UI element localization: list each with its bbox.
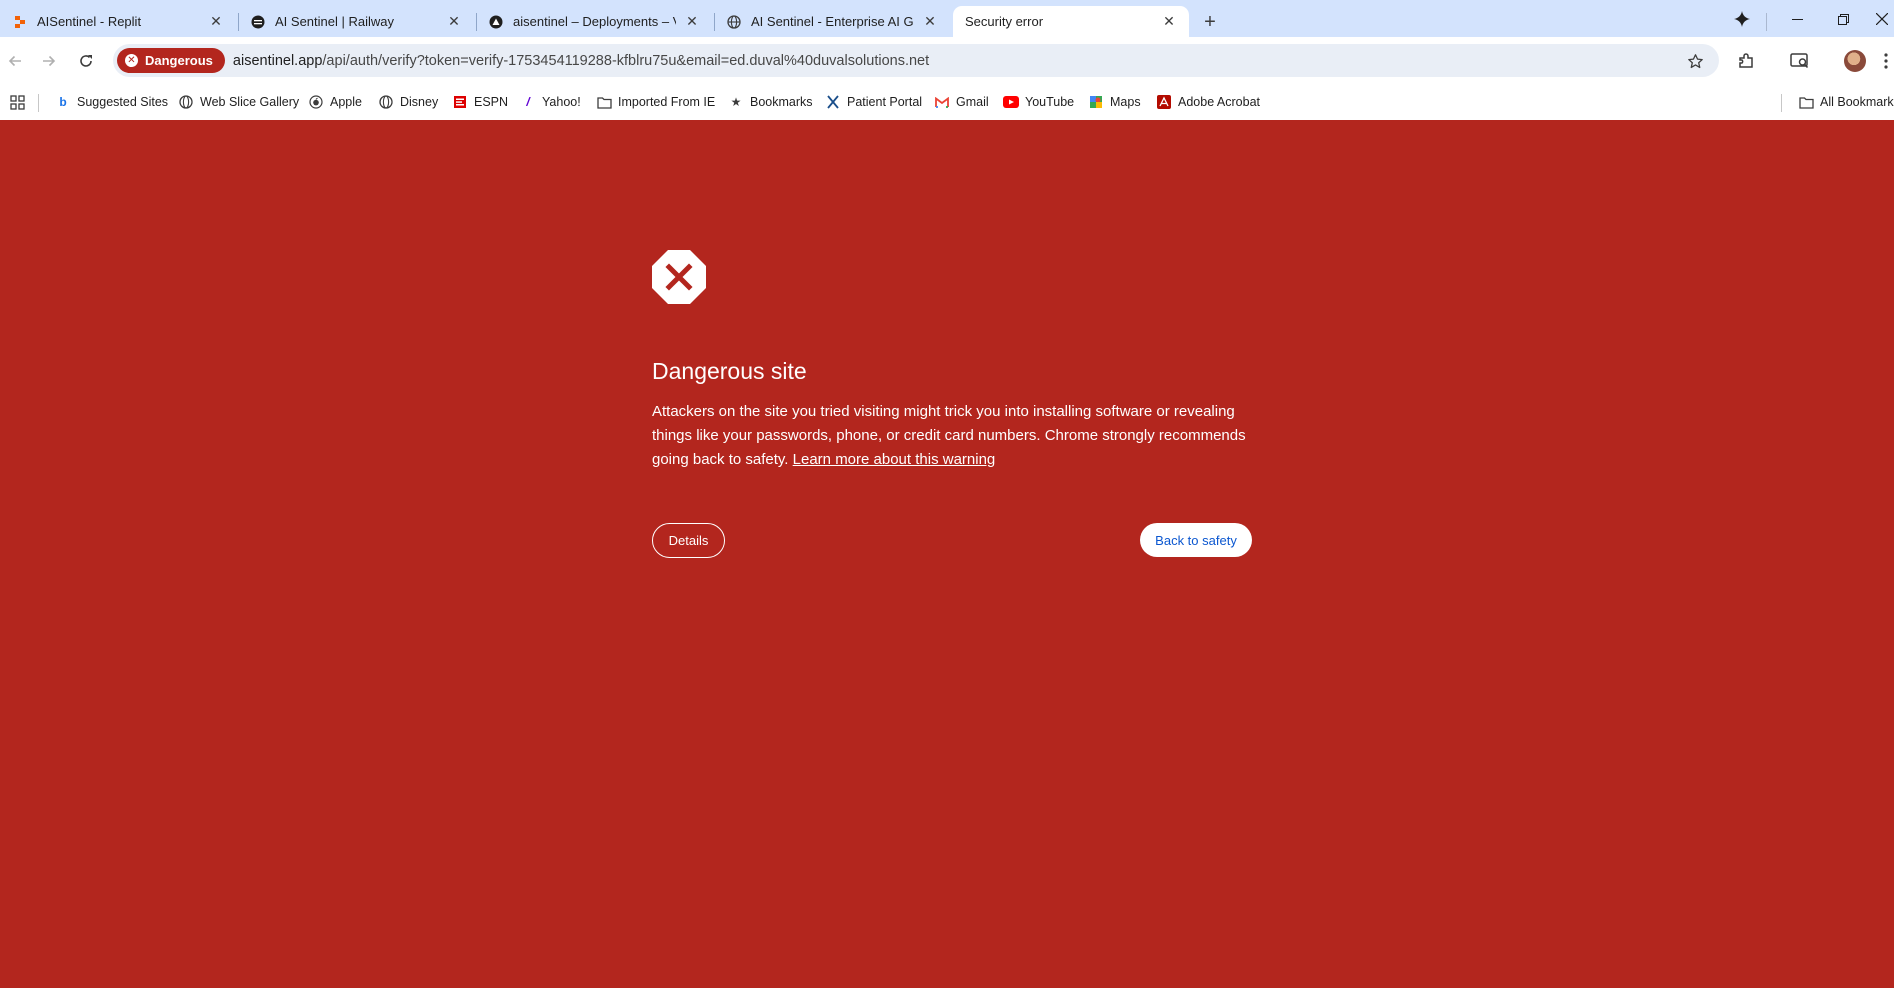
bookmark-label: Patient Portal — [847, 95, 923, 109]
bookmark-star-icon[interactable] — [1685, 51, 1705, 71]
gemini-icon[interactable] — [1727, 4, 1757, 34]
bookmark-suggested-sites[interactable]: b Suggested Sites — [55, 92, 168, 112]
apple-icon — [308, 94, 324, 110]
bookmark-yahoo[interactable]: / Yahoo! — [520, 92, 581, 112]
folder-icon — [1798, 94, 1814, 110]
globe-icon — [178, 94, 194, 110]
tab-title: Security error — [965, 14, 1044, 29]
url-text[interactable]: aisentinel.app/api/auth/verify?token=ver… — [233, 53, 929, 69]
danger-x-icon: ✕ — [125, 54, 138, 67]
gmail-icon — [934, 94, 950, 110]
close-tab-icon[interactable]: ✕ — [682, 12, 702, 32]
bookmark-label: Yahoo! — [542, 95, 581, 109]
bookmark-maps[interactable]: Maps — [1088, 92, 1141, 112]
back-arrow-icon[interactable] — [0, 46, 30, 76]
restore-icon[interactable] — [1825, 4, 1861, 34]
page-title: Dangerous site — [652, 358, 807, 384]
tab-title: AI Sentinel | Railway — [275, 14, 394, 29]
avatar — [1844, 50, 1866, 72]
dangerous-badge-label: Dangerous — [145, 53, 213, 68]
reload-icon[interactable] — [71, 46, 101, 76]
bookmark-patient-portal[interactable]: Patient Portal — [825, 92, 922, 112]
browser-toolbar: ✕ Dangerous aisentinel.app/api/auth/veri… — [0, 37, 1894, 84]
bookmark-label: Adobe Acrobat — [1178, 95, 1261, 109]
back-to-safety-button[interactable]: Back to safety — [1140, 523, 1252, 557]
minimize-icon[interactable] — [1779, 4, 1815, 34]
all-bookmarks-label: All Bookmarks — [1820, 95, 1894, 109]
close-window-icon[interactable] — [1870, 4, 1894, 34]
forward-arrow-icon[interactable] — [34, 46, 64, 76]
espn-icon — [452, 94, 468, 110]
x-logo-icon — [825, 94, 841, 110]
close-tab-icon[interactable]: ✕ — [920, 12, 940, 32]
bookmark-label: Bookmarks — [750, 95, 813, 109]
bookmarks-divider — [1781, 94, 1782, 112]
bookmark-disney[interactable]: Disney — [378, 92, 438, 112]
yahoo-icon: / — [526, 95, 530, 109]
youtube-icon — [1003, 94, 1019, 110]
maps-icon — [1088, 94, 1104, 110]
tab-strip: AISentinel - Replit ✕ AI Sentinel | Rail… — [0, 0, 1894, 37]
extensions-icon[interactable] — [1734, 49, 1758, 73]
all-bookmarks-button[interactable]: All Bookmarks — [1798, 92, 1894, 112]
bookmark-imported-from-ie[interactable]: Imported From IE — [596, 92, 715, 112]
tab-security-error[interactable]: Security error ✕ — [953, 6, 1189, 37]
bookmark-label: Gmail — [956, 95, 989, 109]
dangerous-badge[interactable]: ✕ Dangerous — [117, 48, 225, 73]
url-path: /api/auth/verify?token=verify-1753454119… — [322, 52, 930, 69]
tab-replit[interactable]: AISentinel - Replit ✕ — [0, 6, 236, 37]
close-tab-icon[interactable]: ✕ — [1159, 12, 1179, 32]
url-host: aisentinel.app — [232, 52, 323, 69]
tab-title: AI Sentinel - Enterprise AI Gove — [751, 14, 914, 29]
vercel-icon — [488, 14, 504, 30]
bookmark-bookmarks[interactable]: ★ Bookmarks — [728, 92, 813, 112]
bookmark-gmail[interactable]: Gmail — [934, 92, 989, 112]
bookmarks-divider — [38, 94, 39, 112]
details-button[interactable]: Details — [652, 523, 725, 558]
bookmark-label: Web Slice Gallery — [200, 95, 300, 109]
bookmark-label: Disney — [400, 95, 439, 109]
bookmark-label: Apple — [330, 95, 362, 109]
tab-divider — [1766, 13, 1767, 31]
close-tab-icon[interactable]: ✕ — [444, 12, 464, 32]
warning-message: Attackers on the site you tried visiting… — [652, 400, 1252, 472]
tab-search-icon[interactable] — [1788, 49, 1812, 73]
bookmark-label: YouTube — [1025, 95, 1075, 109]
railway-icon — [250, 14, 266, 30]
bing-icon: b — [59, 95, 67, 109]
new-tab-button[interactable]: + — [1196, 8, 1224, 36]
bookmark-apple[interactable]: Apple — [308, 92, 362, 112]
address-bar[interactable]: ✕ Dangerous aisentinel.app/api/auth/veri… — [113, 44, 1719, 77]
security-interstitial: Dangerous site Attackers on the site you… — [0, 120, 1894, 988]
globe-icon — [378, 94, 394, 110]
close-tab-icon[interactable]: ✕ — [206, 12, 226, 32]
folder-icon — [596, 94, 612, 110]
replit-icon — [12, 14, 28, 30]
bookmark-espn[interactable]: ESPN — [452, 92, 508, 112]
bookmark-web-slice-gallery[interactable]: Web Slice Gallery — [178, 92, 299, 112]
tab-vercel[interactable]: aisentinel – Deployments – Verc ✕ — [476, 6, 712, 37]
learn-more-link[interactable]: Learn more about this warning — [793, 451, 996, 468]
globe-icon — [726, 14, 742, 30]
bookmark-youtube[interactable]: YouTube — [1003, 92, 1074, 112]
star-icon: ★ — [730, 95, 742, 109]
acrobat-icon — [1156, 94, 1172, 110]
tab-title: AISentinel - Replit — [37, 14, 142, 29]
menu-kebab-icon[interactable] — [1878, 49, 1894, 73]
apps-grid-icon[interactable] — [10, 92, 25, 112]
tab-railway[interactable]: AI Sentinel | Railway ✕ — [238, 6, 474, 37]
bookmarks-bar: b Suggested Sites Web Slice Gallery Appl… — [0, 84, 1894, 120]
bookmark-adobe-acrobat[interactable]: Adobe Acrobat — [1156, 92, 1260, 112]
bookmark-label: Suggested Sites — [77, 95, 169, 109]
danger-octagon-icon — [651, 249, 707, 305]
tab-ai-sentinel[interactable]: AI Sentinel - Enterprise AI Gove ✕ — [714, 6, 950, 37]
bookmark-label: ESPN — [474, 95, 509, 109]
bookmark-label: Imported From IE — [618, 95, 716, 109]
profile-avatar[interactable] — [1843, 49, 1867, 73]
tab-title: aisentinel – Deployments – Verc — [513, 14, 676, 29]
bookmark-label: Maps — [1110, 95, 1141, 109]
